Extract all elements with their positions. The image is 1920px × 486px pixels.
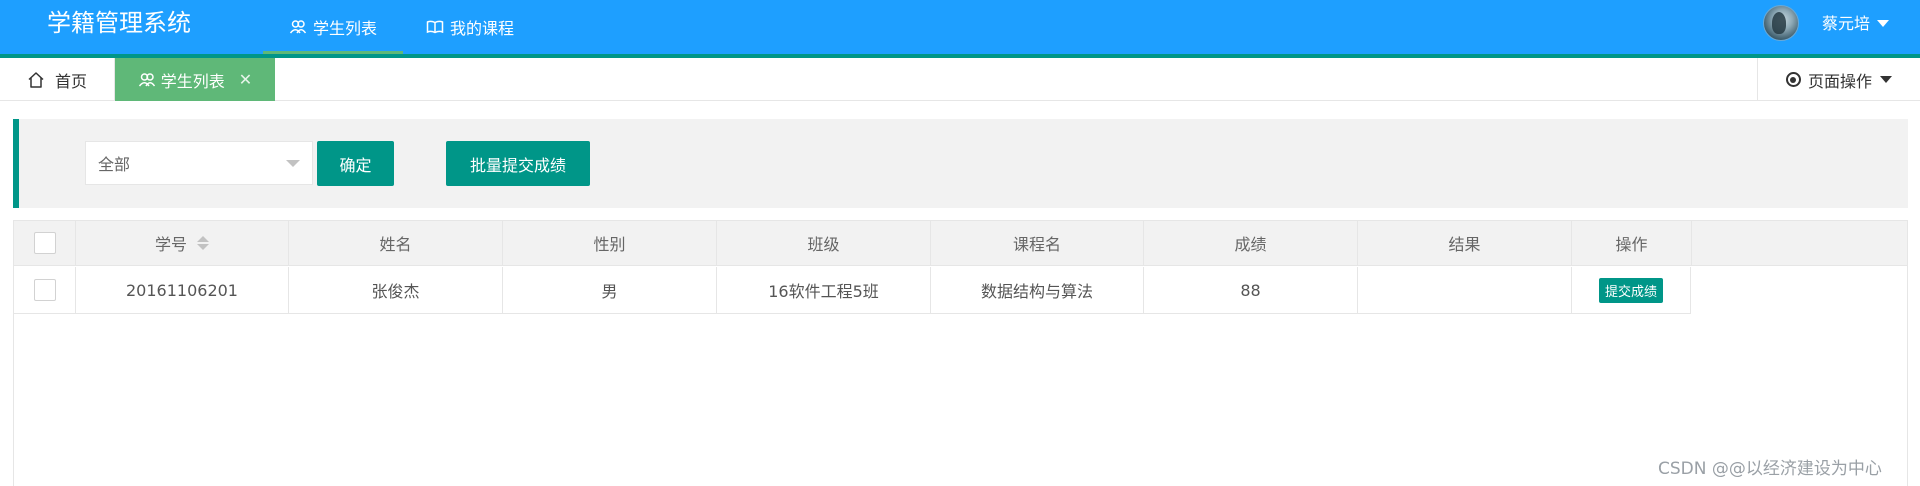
confirm-button[interactable]: 确定 bbox=[317, 141, 394, 186]
users-icon bbox=[289, 20, 307, 34]
column-header-result: 结果 bbox=[1358, 221, 1572, 265]
home-icon bbox=[28, 71, 44, 88]
app-logo: 学籍管理系统 bbox=[47, 9, 191, 37]
column-header-class: 班级 bbox=[717, 221, 931, 265]
nav-my-courses[interactable]: 我的课程 bbox=[426, 0, 514, 54]
book-icon bbox=[426, 20, 444, 34]
nav-student-list[interactable]: 学生列表 bbox=[263, 0, 403, 54]
nav-student-list-label: 学生列表 bbox=[312, 19, 377, 38]
row-checkbox-cell bbox=[14, 267, 76, 313]
select-all-checkbox[interactable] bbox=[33, 232, 56, 254]
cell-student-id: 20161106201 bbox=[76, 267, 289, 313]
submit-score-button[interactable]: 提交成绩 bbox=[1598, 277, 1663, 303]
user-menu[interactable]: 蔡元培 bbox=[1822, 0, 1890, 44]
student-table: 学号 姓名 性别 班级 课程名 成绩 结果 操作 20161106201 张俊杰… bbox=[13, 220, 1908, 486]
column-header-name: 姓名 bbox=[289, 221, 503, 265]
chevron-down-icon bbox=[286, 160, 300, 167]
tab-bar: 首页 学生列表 ✕ 页面操作 bbox=[0, 58, 1920, 101]
header-checkbox-cell bbox=[14, 221, 76, 265]
tab-home[interactable]: 首页 bbox=[0, 58, 115, 101]
target-icon bbox=[1785, 72, 1801, 87]
page-operations-label: 页面操作 bbox=[1807, 71, 1872, 91]
cell-action: 提交成绩 bbox=[1572, 267, 1691, 313]
chevron-down-icon bbox=[1880, 76, 1892, 83]
cell-gender: 男 bbox=[503, 267, 717, 313]
close-icon[interactable]: ✕ bbox=[239, 71, 252, 88]
users-icon bbox=[138, 72, 155, 86]
table-header: 学号 姓名 性别 班级 课程名 成绩 结果 操作 bbox=[14, 221, 1907, 266]
tab-student-list-label: 学生列表 bbox=[160, 71, 225, 91]
chevron-down-icon bbox=[1877, 19, 1890, 27]
cell-class: 16软件工程5班 bbox=[717, 267, 931, 313]
tab-student-list[interactable]: 学生列表 ✕ bbox=[115, 58, 275, 101]
course-filter-select[interactable]: 全部 bbox=[85, 141, 313, 185]
top-header: 学籍管理系统 学生列表 我的课程 蔡元培 bbox=[0, 0, 1920, 55]
filter-toolbar: 全部 确定 批量提交成绩 bbox=[13, 119, 1908, 208]
column-header-course: 课程名 bbox=[931, 221, 1144, 265]
column-header-score: 成绩 bbox=[1144, 221, 1358, 265]
nav-my-courses-label: 我的课程 bbox=[450, 19, 515, 38]
cell-result bbox=[1358, 267, 1572, 313]
page-operations-menu[interactable]: 页面操作 bbox=[1757, 58, 1920, 101]
column-header-id[interactable]: 学号 bbox=[76, 221, 289, 265]
cell-student-name: 张俊杰 bbox=[289, 267, 503, 313]
column-header-gender: 性别 bbox=[503, 221, 717, 265]
select-value: 全部 bbox=[98, 155, 131, 174]
sort-icon[interactable] bbox=[197, 236, 209, 250]
avatar[interactable] bbox=[1763, 5, 1799, 41]
user-name: 蔡元培 bbox=[1822, 14, 1871, 33]
column-header-action: 操作 bbox=[1572, 221, 1692, 265]
cell-course: 数据结构与算法 bbox=[931, 267, 1144, 313]
cell-score: 88 bbox=[1144, 267, 1358, 313]
row-checkbox[interactable] bbox=[33, 279, 56, 301]
watermark: CSDN @@以经济建设为中心 bbox=[1658, 459, 1882, 479]
table-row: 20161106201 张俊杰 男 16软件工程5班 数据结构与算法 88 提交… bbox=[14, 267, 1691, 314]
tab-home-label: 首页 bbox=[54, 71, 87, 91]
batch-submit-button[interactable]: 批量提交成绩 bbox=[446, 141, 590, 186]
